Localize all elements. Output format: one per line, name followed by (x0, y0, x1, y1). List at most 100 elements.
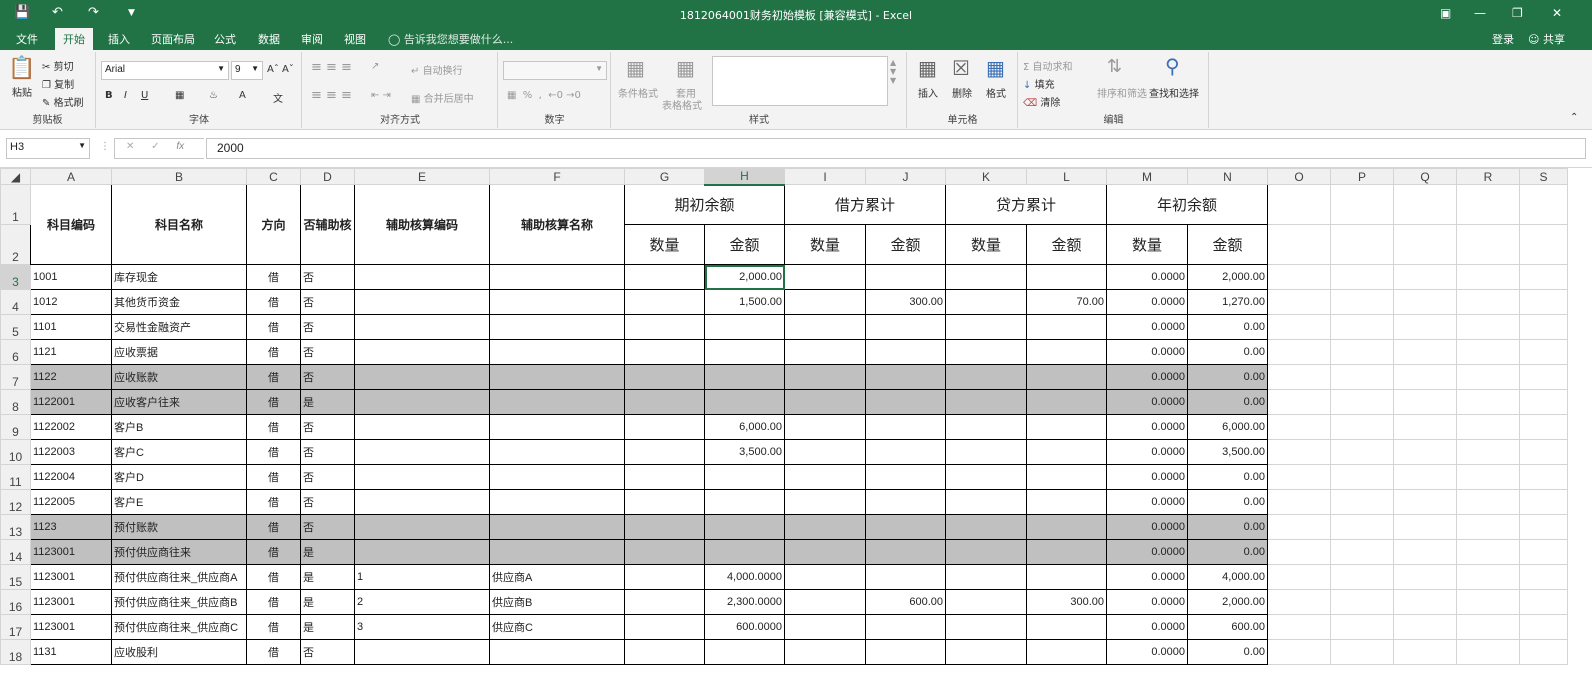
delete-cells-icon[interactable]: ☒ (952, 56, 970, 80)
cell-j[interactable]: 300.00 (865, 289, 946, 315)
cell-f[interactable] (489, 514, 625, 540)
cell-n[interactable]: 2,000.00 (1187, 264, 1268, 290)
cell-dir[interactable]: 借 (246, 414, 301, 440)
cell-m[interactable]: 0.0000 (1106, 289, 1188, 315)
cell[interactable] (1456, 264, 1520, 290)
cell[interactable] (1267, 514, 1331, 540)
insert-cells-icon[interactable]: ▦ (918, 56, 937, 80)
col-header-q[interactable]: Q (1393, 168, 1457, 185)
cell-l[interactable] (1026, 539, 1107, 565)
cell[interactable] (1330, 564, 1394, 590)
cell-name[interactable]: 其他货币资金 (111, 289, 247, 315)
cell-i[interactable] (784, 589, 866, 615)
cell-f[interactable] (489, 389, 625, 415)
cell-aux[interactable]: 否 (300, 639, 355, 665)
cell-g[interactable] (624, 289, 705, 315)
share-button[interactable]: ☺ 共享 (1528, 31, 1565, 47)
cell-n[interactable]: 3,500.00 (1187, 439, 1268, 465)
cell-g[interactable] (624, 514, 705, 540)
formula-input[interactable]: 2000 (206, 138, 1586, 159)
col-header-m[interactable]: M (1106, 168, 1188, 185)
cell-k[interactable] (945, 589, 1027, 615)
cell-l[interactable] (1026, 364, 1107, 390)
cell[interactable] (1519, 589, 1568, 615)
cell[interactable] (1330, 514, 1394, 540)
cell-code[interactable]: 1122005 (30, 489, 112, 515)
cell-k[interactable] (945, 514, 1027, 540)
cell[interactable] (1330, 224, 1394, 265)
font-color-icon[interactable]: A (239, 90, 246, 101)
cell-i[interactable] (784, 439, 866, 465)
cell[interactable] (1393, 389, 1457, 415)
row-header[interactable]: 3 (0, 264, 31, 290)
cell[interactable] (1330, 614, 1394, 640)
cell-k[interactable] (945, 414, 1027, 440)
cell[interactable] (1393, 639, 1457, 665)
cell-e[interactable]: 1 (354, 564, 490, 590)
cell[interactable] (1456, 364, 1520, 390)
cell[interactable] (1393, 264, 1457, 290)
cell-l[interactable]: 70.00 (1026, 289, 1107, 315)
cell-f[interactable]: 供应商C (489, 614, 625, 640)
row-header[interactable]: 9 (0, 414, 31, 440)
cell[interactable] (1267, 439, 1331, 465)
gallery-scroll-icon[interactable]: ▲ ▼ ▼ (890, 58, 896, 85)
cell[interactable] (1393, 614, 1457, 640)
cell-j[interactable] (865, 339, 946, 365)
cell[interactable] (1456, 184, 1520, 225)
cell[interactable] (1330, 339, 1394, 365)
paste-icon[interactable]: 📋 (8, 56, 35, 81)
cell[interactable] (1456, 389, 1520, 415)
cell-e[interactable] (354, 264, 490, 290)
cell-m[interactable]: 0.0000 (1106, 639, 1188, 665)
cell[interactable] (1393, 289, 1457, 315)
cell[interactable] (1456, 589, 1520, 615)
tab-review[interactable]: 审阅 (301, 31, 323, 47)
indent-icon[interactable]: ⇤ ⇥ (371, 90, 391, 101)
row-header[interactable]: 12 (0, 489, 31, 515)
search-icon[interactable]: ⚲ (1165, 54, 1180, 78)
header-year-balance[interactable]: 年初余额 (1106, 184, 1268, 225)
phonetic-icon[interactable]: 文 (273, 90, 283, 105)
cell-g[interactable] (624, 314, 705, 340)
cell[interactable] (1393, 224, 1457, 265)
cell-j[interactable] (865, 414, 946, 440)
cell-name[interactable]: 应收股利 (111, 639, 247, 665)
fill-color-icon[interactable]: ♨ (209, 90, 218, 101)
cell-n[interactable]: 0.00 (1187, 389, 1268, 415)
cell-f[interactable] (489, 639, 625, 665)
cell[interactable] (1330, 489, 1394, 515)
cell-l[interactable] (1026, 439, 1107, 465)
cell-m[interactable]: 0.0000 (1106, 514, 1188, 540)
font-name-select[interactable]: Arial ▼ (101, 61, 229, 80)
cell-l[interactable] (1026, 489, 1107, 515)
cell-dir[interactable]: 借 (246, 289, 301, 315)
cell-aux[interactable]: 是 (300, 389, 355, 415)
table-format-icon[interactable]: ▦ (676, 56, 695, 80)
ribbon-display-icon[interactable]: ▣ (1440, 6, 1451, 20)
align-left-icon[interactable]: ≡ ≡ ≡ (311, 88, 352, 103)
minimize-icon[interactable]: — (1474, 6, 1486, 20)
cell-g[interactable] (624, 339, 705, 365)
cell-f[interactable] (489, 464, 625, 490)
cell-n[interactable]: 0.00 (1187, 339, 1268, 365)
cell[interactable] (1393, 339, 1457, 365)
cell-j[interactable] (865, 389, 946, 415)
number-format-select[interactable]: ▼ (503, 61, 607, 80)
cell[interactable] (1393, 514, 1457, 540)
cell[interactable] (1456, 489, 1520, 515)
cell-i[interactable] (784, 539, 866, 565)
cell[interactable] (1393, 184, 1457, 225)
cell-m[interactable]: 0.0000 (1106, 439, 1188, 465)
row-header[interactable]: 14 (0, 539, 31, 565)
cell-aux[interactable]: 是 (300, 539, 355, 565)
cell[interactable] (1267, 564, 1331, 590)
cell-j[interactable] (865, 639, 946, 665)
cell-name[interactable]: 交易性金融资产 (111, 314, 247, 340)
header-name[interactable]: 科目名称 (111, 184, 247, 265)
enter-icon[interactable]: ✓ (151, 141, 159, 152)
header-aux-flag[interactable]: 否辅助核 (300, 184, 355, 265)
cell-l[interactable] (1026, 389, 1107, 415)
header-credit-total[interactable]: 贷方累计 (945, 184, 1107, 225)
header-code[interactable]: 科目编码 (30, 184, 112, 265)
